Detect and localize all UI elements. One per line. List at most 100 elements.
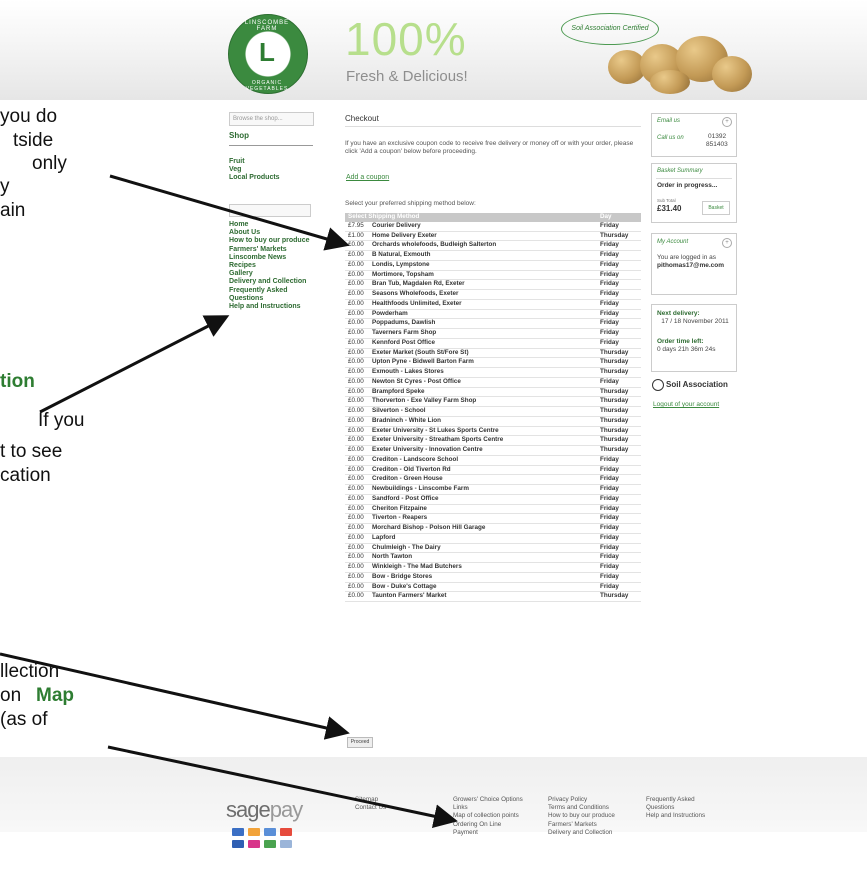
arrow-to-delivery-and-collection	[39, 315, 230, 414]
shipping-location: Taverners Farm Shop	[369, 328, 597, 339]
shipping-price: £0.00	[345, 513, 369, 524]
shipping-price: £0.00	[345, 582, 369, 593]
table-row[interactable]: £0.00 Healthfoods Unlimited, Exeter Friday	[345, 299, 641, 310]
nav-about-us[interactable]: About Us	[229, 229, 310, 237]
category-fruit[interactable]: Fruit	[229, 158, 280, 166]
table-row[interactable]: £0.00 Exmouth - Lakes Stores Thursday	[345, 367, 641, 378]
shipping-price: £0.00	[345, 445, 369, 456]
table-row[interactable]: £0.00 Mortimore, Topsham Friday	[345, 270, 641, 281]
logout-link[interactable]: Logout of your account	[653, 401, 719, 408]
footer-link-growers-choice[interactable]: Growers' Choice Options	[453, 796, 523, 804]
table-row[interactable]: £0.00 Sandford - Post Office Friday	[345, 494, 641, 505]
nav-delivery-and-collection[interactable]: Delivery and Collection	[229, 278, 310, 286]
table-row[interactable]: £0.00 Brampford Speke Thursday	[345, 387, 641, 398]
footer-link-help[interactable]: Help and Instructions	[646, 812, 705, 820]
footer-link-how-to-buy[interactable]: How to buy our produce	[548, 812, 615, 820]
account-expand-icon[interactable]: +	[722, 238, 732, 248]
table-row[interactable]: £0.00 B Natural, Exmouth Friday	[345, 250, 641, 261]
card-logo-icon	[248, 840, 260, 848]
shipping-day: Friday	[597, 338, 641, 349]
table-row[interactable]: £0.00 Lapford Friday	[345, 533, 641, 544]
annotation-text: on	[0, 685, 22, 706]
table-row[interactable]: £0.00 Crediton - Landscore School Friday	[345, 455, 641, 466]
table-row[interactable]: £0.00 Silverton - School Thursday	[345, 406, 641, 417]
footer-link-ordering-on-line[interactable]: Ordering On Line	[453, 821, 523, 829]
table-row[interactable]: £0.00 Taunton Farmers' Market Thursday	[345, 591, 641, 602]
footer-link-links[interactable]: Links	[453, 804, 523, 812]
table-row[interactable]: £0.00 Bow - Bridge Stores Friday	[345, 572, 641, 583]
next-delivery-label: Next delivery:	[657, 310, 700, 317]
shipping-day: Thursday	[597, 435, 641, 446]
table-row[interactable]: £0.00 Bow - Duke's Cottage Friday	[345, 582, 641, 593]
table-row[interactable]: £0.00 Exeter University - Streatham Sport…	[345, 435, 641, 446]
category-local-products[interactable]: Local Products	[229, 174, 280, 182]
footer-link-farmers-markets[interactable]: Farmers' Markets	[548, 821, 615, 829]
contact-expand-icon[interactable]: +	[722, 117, 732, 127]
footer-link-frequently-asked[interactable]: Frequently Asked	[646, 796, 705, 804]
add-coupon-link[interactable]: Add a coupon	[346, 174, 389, 181]
table-row[interactable]: £0.00 Newbuildings - Linscombe Farm Friday	[345, 484, 641, 495]
table-row[interactable]: £0.00 North Tawton Friday	[345, 552, 641, 563]
table-row[interactable]: £0.00 Orchards wholefoods, Budleigh Salte…	[345, 240, 641, 251]
nav-gallery[interactable]: Gallery	[229, 270, 310, 278]
nav-farmers-markets[interactable]: Farmers' Markets	[229, 246, 310, 254]
shipping-price: £0.00	[345, 289, 369, 300]
footer-link-payment[interactable]: Payment	[453, 829, 523, 837]
table-row[interactable]: £0.00 Bradninch - White Lion Thursday	[345, 416, 641, 427]
table-row[interactable]: £0.00 Crediton - Green House Friday	[345, 474, 641, 485]
table-row[interactable]: £1.00 Home Delivery Exeter Thursday	[345, 231, 641, 242]
soil-association-label: Soil Association	[666, 380, 728, 389]
table-row[interactable]: £0.00 Morchard Bishop - Polson Hill Garag…	[345, 523, 641, 534]
basket-button[interactable]: Basket	[702, 201, 730, 215]
nav-how-to-buy[interactable]: How to buy our produce	[229, 237, 310, 245]
table-row[interactable]: £0.00 Londis, Lympstone Friday	[345, 260, 641, 271]
footer-column-3: Privacy Policy Terms and Conditions How …	[548, 796, 615, 837]
table-row[interactable]: £0.00 Newton St Cyres - Post Office Friday	[345, 377, 641, 388]
footer-link-questions[interactable]: Questions	[646, 804, 705, 812]
browse-shop-dropdown[interactable]: Browse the shop...	[229, 112, 314, 126]
nav-questions[interactable]: Questions	[229, 295, 310, 303]
category-veg[interactable]: Veg	[229, 166, 280, 174]
table-row[interactable]: £0.00 Taverners Farm Shop Friday	[345, 328, 641, 339]
table-row[interactable]: £0.00 Exeter University - St Lukes Sports…	[345, 426, 641, 437]
shipping-location: Lapford	[369, 533, 597, 544]
shipping-location: Exeter Market (South St/Fore St)	[369, 348, 597, 359]
shipping-price: £0.00	[345, 474, 369, 485]
footer-link-contact-us[interactable]: Contact Us	[355, 804, 386, 812]
shipping-location: Sandford - Post Office	[369, 494, 597, 505]
nav-dropdown[interactable]	[229, 204, 311, 217]
table-row[interactable]: £0.00 Thorverton - Exe Valley Farm Shop Th…	[345, 396, 641, 407]
footer-link-sitemap[interactable]: Sitemap	[355, 796, 386, 804]
table-row[interactable]: £0.00 Powderham Friday	[345, 309, 641, 320]
table-row[interactable]: £0.00 Poppadums, Dawlish Friday	[345, 318, 641, 329]
proceed-button[interactable]: Proceed	[347, 737, 373, 748]
table-row[interactable]: £0.00 Winkleigh - The Mad Butchers Friday	[345, 562, 641, 573]
shipping-location: Home Delivery Exeter	[369, 231, 597, 242]
table-row[interactable]: £0.00 Upton Pyne - Bidwell Barton Farm Thu…	[345, 357, 641, 368]
nav-frequently-asked[interactable]: Frequently Asked	[229, 287, 310, 295]
table-row[interactable]: £7.95 Courier Delivery Friday	[345, 221, 641, 232]
nav-linscombe-news[interactable]: Linscombe News	[229, 254, 310, 262]
email-us-link[interactable]: Email us	[657, 118, 680, 124]
annotation-text: tside	[13, 130, 54, 151]
shipping-price: £0.00	[345, 416, 369, 427]
table-row[interactable]: £0.00 Chulmleigh - The Dairy Friday	[345, 543, 641, 554]
contact-box: Email us + Call us on 01392 851403	[651, 113, 737, 157]
table-row[interactable]: £0.00 Exeter University - Innovation Cent…	[345, 445, 641, 456]
annotation-text: (as of	[0, 709, 48, 730]
table-row[interactable]: £0.00 Crediton - Old Tiverton Rd Friday	[345, 465, 641, 476]
nav-home[interactable]: Home	[229, 221, 310, 229]
table-row[interactable]: £0.00 Cheriton Fitzpaine Friday	[345, 504, 641, 515]
footer-link-map-of-collection-points[interactable]: Map of collection points	[453, 812, 523, 820]
table-row[interactable]: £0.00 Seasons Wholefoods, Exeter Friday	[345, 289, 641, 300]
shipping-price: £0.00	[345, 309, 369, 320]
footer-link-privacy-policy[interactable]: Privacy Policy	[548, 796, 615, 804]
table-row[interactable]: £0.00 Kennford Post Office Friday	[345, 338, 641, 349]
table-row[interactable]: £0.00 Bran Tub, Magdalen Rd, Exeter Friday	[345, 279, 641, 290]
footer-link-terms[interactable]: Terms and Conditions	[548, 804, 615, 812]
table-row[interactable]: £0.00 Tiverton - Reapers Friday	[345, 513, 641, 524]
table-row[interactable]: £0.00 Exeter Market (South St/Fore St) Thu…	[345, 348, 641, 359]
nav-help-and-instructions[interactable]: Help and Instructions	[229, 303, 310, 311]
footer-link-delivery-and-collection[interactable]: Delivery and Collection	[548, 829, 615, 837]
nav-recipes[interactable]: Recipes	[229, 262, 310, 270]
